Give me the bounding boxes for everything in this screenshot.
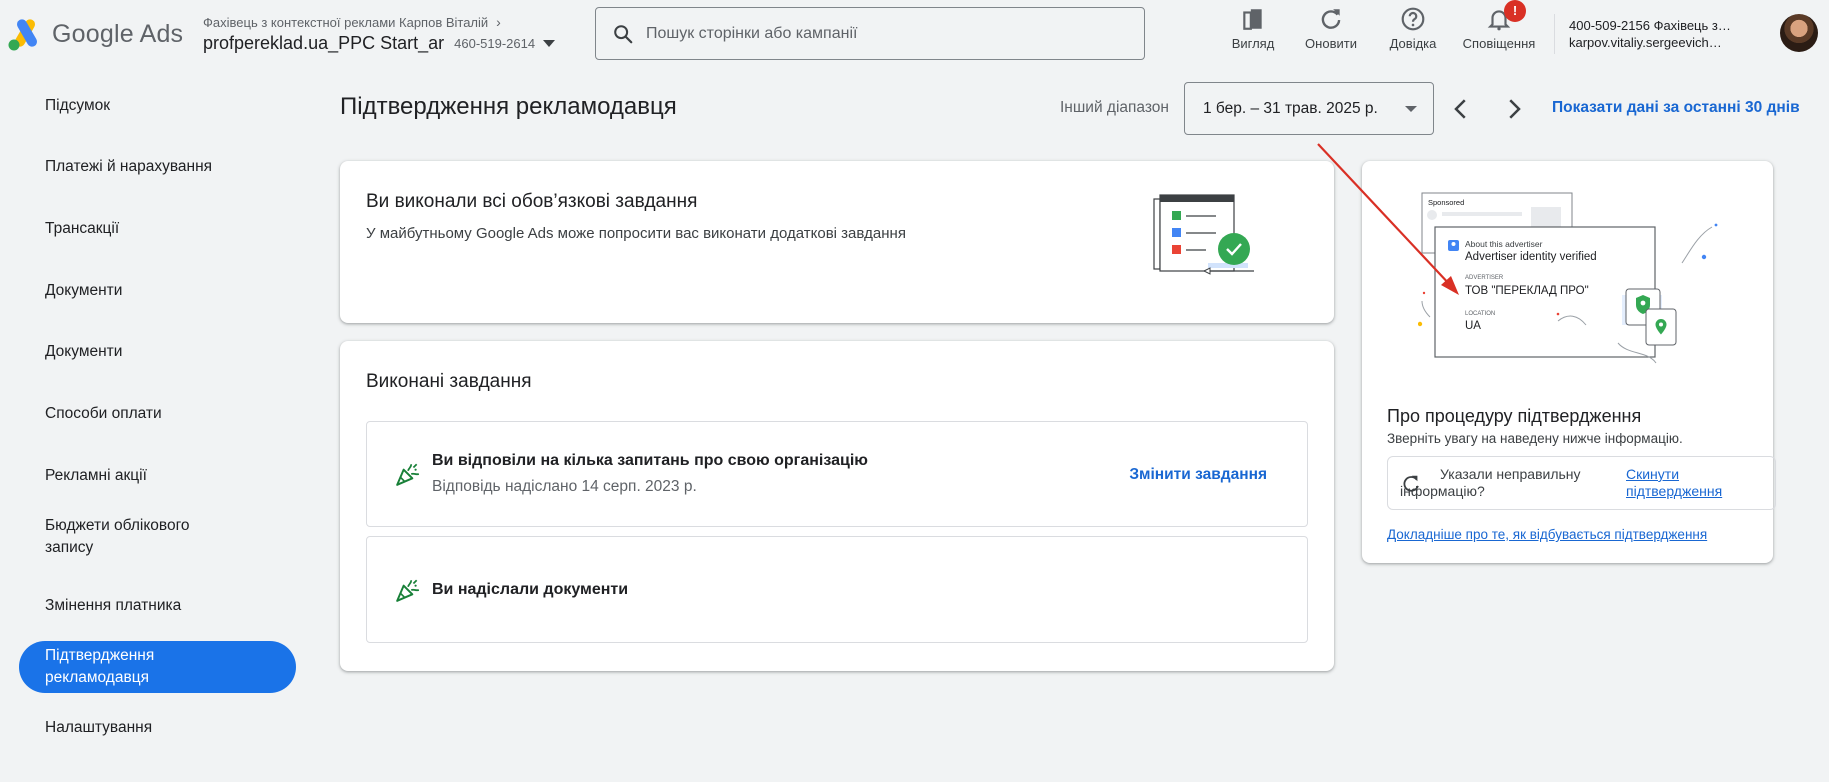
notifications-label: Сповіщення — [1462, 36, 1536, 51]
refresh-icon — [1321, 9, 1341, 29]
user-account-line: 400-509-2156 Фахівець з контекстної рекл… — [1569, 18, 1734, 33]
sidebar-item-label: Платежі й нарахування — [45, 158, 213, 175]
sidebar-item[interactable]: Трансакції — [19, 203, 296, 255]
help-button[interactable]: Довідка — [1368, 6, 1458, 51]
account-switcher[interactable]: Фахівець з контекстної реклами Карпов Ві… — [203, 14, 556, 54]
task-title: Ви надіслали документи — [432, 581, 629, 598]
sidebar-item[interactable]: Бюджети облікового запису — [19, 508, 239, 566]
sidebar-item-label: Бюджети облікового запису — [45, 517, 190, 556]
header-divider — [1554, 14, 1555, 54]
task-item: Ви відповіли на кілька запитань про свою… — [366, 421, 1308, 527]
sidebar-item[interactable]: Змінення платника — [19, 580, 296, 632]
notification-badge: ! — [1504, 0, 1526, 22]
top-bar: Google Ads Фахівець з контекстної реклам… — [0, 0, 1829, 68]
logo-text: Google Ads — [52, 19, 184, 48]
location-label: LOCATION — [1465, 311, 1495, 317]
advertiser-verified-illustration: Sponsored About this advertiser Advertis… — [1418, 192, 1718, 364]
google-ads-logo-icon — [8, 19, 37, 51]
refresh-label: Оновити — [1305, 36, 1357, 51]
task-item: Ви надіслали документи — [366, 536, 1308, 643]
sidebar-item-label: Налаштування — [45, 719, 153, 736]
user-email: karpov.vitaliy.sergeevich@gmail.com — [1569, 35, 1734, 50]
task-subtitle: Відповідь надіслано 14 серп. 2023 р. — [432, 478, 697, 495]
sidebar-item-label: Документи — [45, 282, 123, 299]
page-title: Підтвердження рекламодавця — [340, 93, 677, 120]
account-name: profpereklad.ua_PPC Start_ar — [203, 33, 445, 53]
sidebar-item[interactable]: Підсумок — [19, 80, 296, 132]
user-info[interactable]: 400-509-2156 Фахівець з контекстної рекл… — [1569, 17, 1734, 51]
verification-procedure-subtitle: Зверніть увагу на наведену нижче інформа… — [1387, 431, 1683, 446]
sidebar-item[interactable]: Документи — [19, 326, 296, 378]
identity-verified-text: Advertiser identity verified — [1465, 251, 1597, 263]
chevron-right-icon[interactable] — [1499, 94, 1529, 124]
learn-more-link[interactable]: Докладніше про те, як відбувається підтв… — [1387, 527, 1707, 542]
reset-verification-box: Указали неправильну інформацію? Скинути … — [1387, 456, 1776, 510]
sidebar-item[interactable]: Документи — [19, 265, 296, 317]
sponsored-text: Sponsored — [1428, 198, 1464, 207]
sidebar-item-label: Документи — [45, 343, 123, 360]
account-id: 460-519-2614 — [454, 36, 536, 51]
caret-down-icon[interactable] — [543, 40, 556, 47]
search-box[interactable] — [595, 7, 1145, 60]
about-advertiser-text: About this advertiser — [1465, 239, 1543, 249]
sidebar-item-label: Рекламні акції — [45, 467, 147, 484]
reset-verification-link[interactable]: Скинути підтвердження — [1626, 466, 1766, 500]
sidebar-item[interactable]: Рекламні акції — [19, 450, 296, 502]
refresh-button[interactable]: Оновити — [1286, 6, 1376, 51]
wrong-info-question: Указали неправильну інформацію? — [1400, 466, 1581, 499]
chevron-right-icon: › — [496, 14, 501, 30]
view-columns-icon — [1243, 9, 1262, 30]
google-ads-logo[interactable]: Google Ads — [6, 16, 183, 52]
help-label: Довідка — [1389, 36, 1437, 51]
sidebar-item[interactable]: Платежі й нарахування — [19, 141, 296, 193]
date-range-picker[interactable]: 1 бер. – 31 трав. 2025 р. — [1184, 82, 1434, 135]
celebration-icon — [396, 579, 420, 602]
caret-down-icon — [1405, 106, 1417, 112]
help-icon — [1401, 7, 1425, 31]
celebration-icon — [396, 463, 420, 486]
search-input[interactable] — [646, 24, 1126, 43]
checklist-illustration-icon — [1153, 194, 1254, 275]
completed-tasks-title: Виконані завдання — [366, 371, 532, 392]
verification-info-card: Sponsored About this advertiser Advertis… — [1362, 161, 1776, 563]
sidebar-item-label: Способи оплати — [45, 405, 162, 422]
sidebar-item-label: Змінення платника — [45, 597, 182, 614]
location-value: UA — [1465, 320, 1481, 332]
notifications-button[interactable]: ! Сповіщення — [1454, 0, 1544, 51]
sidebar-item[interactable]: Підтвердження рекламодавця — [19, 641, 296, 693]
search-icon — [614, 24, 633, 43]
advertiser-label: ADVERTISER — [1465, 275, 1504, 281]
sidebar-item-label: Підсумок — [45, 97, 111, 114]
summary-text: У майбутньому Google Ads може попросити … — [366, 225, 906, 242]
view-button[interactable]: Вигляд — [1208, 6, 1298, 51]
date-range-label: Інший діапазон — [1060, 99, 1169, 116]
parent-account-name[interactable]: Фахівець з контекстної реклами Карпов Ві… — [203, 15, 488, 30]
completed-tasks-card: Виконані завдання Ви відповіли на кілька… — [340, 341, 1334, 671]
summary-card: Ви виконали всі обов’язкові завдання У м… — [340, 161, 1334, 323]
sidebar-item-label: Підтвердження рекламодавця — [45, 647, 155, 686]
date-range-value: 1 бер. – 31 трав. 2025 р. — [1203, 99, 1378, 117]
edit-task-button[interactable]: Змінити завдання — [1129, 466, 1267, 484]
chevron-left-icon[interactable] — [1446, 94, 1476, 124]
sidebar-item[interactable]: Налаштування — [19, 702, 296, 754]
last-30-days-link[interactable]: Показати дані за останні 30 днів — [1552, 99, 1800, 117]
sidebar-item-label: Трансакції — [45, 220, 120, 237]
view-label: Вигляд — [1231, 36, 1275, 51]
summary-title: Ви виконали всі обов’язкові завдання — [366, 191, 698, 212]
advertiser-value: ТОВ "ПЕРЕКЛАД ПРО" — [1465, 285, 1589, 297]
sidebar-item[interactable]: Способи оплати — [19, 388, 296, 440]
task-title: Ви відповіли на кілька запитань про свою… — [432, 452, 868, 469]
avatar[interactable] — [1780, 14, 1818, 52]
verification-procedure-title: Про процедуру підтвердження — [1387, 406, 1642, 426]
